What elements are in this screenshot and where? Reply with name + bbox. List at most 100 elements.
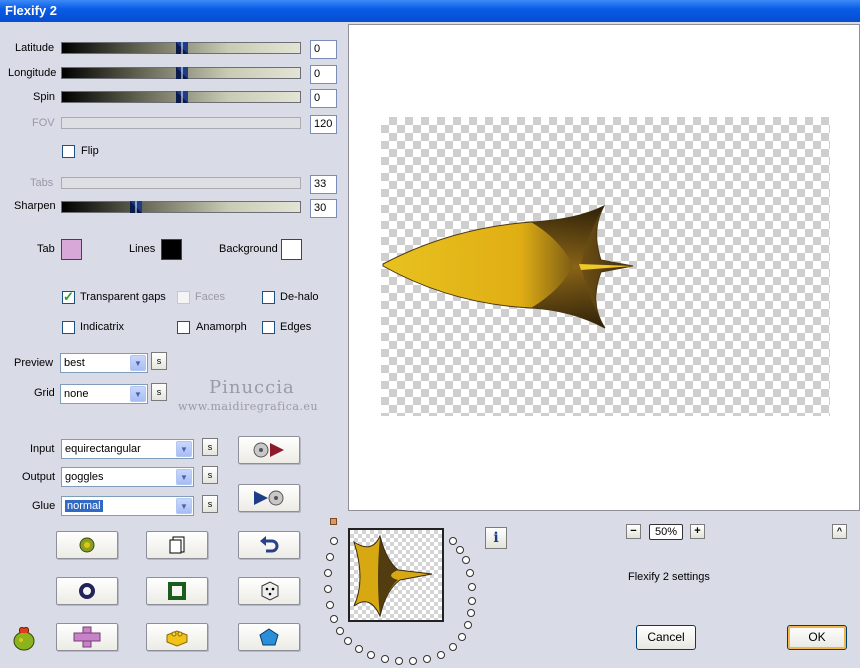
preview-select[interactable]: best ▼ (60, 353, 148, 373)
navigator-ring-dot[interactable] (367, 651, 375, 659)
navigator-ring-dot[interactable] (468, 597, 476, 605)
de-halo-label: De-halo (280, 291, 319, 303)
slider-thumb-icon[interactable] (176, 91, 188, 103)
brick-button[interactable] (146, 623, 208, 651)
randomize-button[interactable] (56, 531, 118, 559)
navigator-ring-dot[interactable] (456, 546, 464, 554)
spin-value[interactable]: 0 (310, 89, 337, 108)
input-s-button[interactable]: s (202, 438, 218, 456)
circle-button[interactable] (56, 577, 118, 605)
grid-select[interactable]: none ▼ (60, 384, 148, 404)
longitude-value[interactable]: 0 (310, 65, 337, 84)
navigator-ring-dot[interactable] (466, 569, 474, 577)
tabs-slider (61, 177, 301, 189)
transparent-gaps-checkbox[interactable]: ✓ (62, 289, 75, 304)
output-s-button[interactable]: s (202, 466, 218, 484)
longitude-slider[interactable] (61, 67, 301, 79)
navigator-ring-dot[interactable] (336, 627, 344, 635)
navigator-ring-dot[interactable] (324, 585, 332, 593)
plugin-logo-icon (13, 627, 35, 651)
input-select-value: equirectangular (65, 443, 141, 455)
tab-color-swatch[interactable] (61, 239, 82, 260)
output-select-value: goggles (65, 471, 104, 483)
chevron-down-icon[interactable]: ▼ (176, 441, 192, 457)
navigator-ring-dot[interactable] (467, 609, 475, 617)
zoom-in-button[interactable]: + (690, 524, 705, 539)
glue-select-label: Glue (32, 500, 56, 512)
save-preset-button[interactable] (238, 484, 300, 512)
navigator-thumbnail[interactable] (348, 528, 444, 622)
flip-label: Flip (81, 145, 99, 157)
load-preset-button[interactable] (238, 436, 300, 464)
longitude-label: Longitude (8, 67, 57, 79)
navigator-ring-dot[interactable] (423, 655, 431, 663)
de-halo-checkbox[interactable] (262, 291, 275, 304)
info-button[interactable]: i (485, 527, 507, 549)
navigator-ring-dot[interactable] (458, 633, 466, 641)
indicatrix-checkbox[interactable] (62, 321, 75, 334)
sharpen-slider[interactable] (61, 201, 301, 213)
navigator-ring-dot[interactable] (330, 615, 338, 623)
preview-select-label: Preview (14, 357, 54, 369)
navigator-ring-dot[interactable] (330, 537, 338, 545)
chevron-down-icon[interactable]: ▼ (176, 498, 192, 514)
navigator-ring-dot[interactable] (437, 651, 445, 659)
navigator-ring-dot[interactable] (449, 643, 457, 651)
navigator-ring-dot[interactable] (468, 583, 476, 591)
grid-s-button[interactable]: s (151, 383, 167, 401)
navigator-ring-dot[interactable] (462, 556, 470, 564)
fov-value[interactable]: 120 (310, 115, 337, 134)
glue-s-button[interactable]: s (202, 495, 218, 513)
latitude-slider[interactable] (61, 42, 301, 54)
chevron-down-icon[interactable]: ▼ (176, 469, 192, 485)
glue-select[interactable]: normal ▼ (61, 496, 194, 516)
navigator-ring-dot[interactable] (381, 655, 389, 663)
navigator-ring-dot[interactable] (395, 657, 403, 665)
faces-checkbox (177, 291, 190, 304)
slider-thumb-icon[interactable] (176, 67, 188, 79)
input-select-label: Input (30, 443, 55, 455)
tab-color-label: Tab (37, 243, 55, 255)
background-color-swatch[interactable] (281, 239, 302, 260)
collapse-button[interactable]: ^ (832, 524, 847, 539)
navigator-ring-dot[interactable] (409, 657, 417, 665)
sharpen-label: Sharpen (14, 200, 56, 212)
latitude-value[interactable]: 0 (310, 40, 337, 59)
output-select[interactable]: goggles ▼ (61, 467, 194, 487)
edges-checkbox[interactable] (262, 321, 275, 334)
pentagon-button[interactable] (238, 623, 300, 651)
edges-label: Edges (280, 321, 312, 333)
lines-color-swatch[interactable] (161, 239, 182, 260)
input-select[interactable]: equirectangular ▼ (61, 439, 194, 459)
chevron-down-icon[interactable]: ▼ (130, 386, 146, 402)
tabs-value[interactable]: 33 (310, 175, 337, 194)
preview-s-button[interactable]: s (151, 352, 167, 370)
undo-button[interactable] (238, 531, 300, 559)
navigator-ring-dot[interactable] (326, 553, 334, 561)
zoom-out-button[interactable]: − (626, 524, 641, 539)
navigator-ring-dot[interactable] (326, 601, 334, 609)
navigator-ring-dot[interactable] (449, 537, 457, 545)
frame-button[interactable] (146, 577, 208, 605)
slider-thumb-icon[interactable] (176, 42, 188, 54)
navigator-ring-dot[interactable] (344, 637, 352, 645)
cross-button[interactable] (56, 623, 118, 651)
spin-slider[interactable] (61, 91, 301, 103)
ok-button[interactable]: OK (787, 625, 847, 650)
flip-checkbox[interactable] (62, 145, 75, 158)
navigator-ring-dot[interactable] (355, 645, 363, 653)
dice-icon (261, 581, 279, 601)
anamorph-label: Anamorph (196, 321, 247, 333)
cancel-button[interactable]: Cancel (636, 625, 696, 650)
slider-thumb-icon[interactable] (130, 201, 142, 213)
dice-button[interactable] (238, 577, 300, 605)
sharpen-value[interactable]: 30 (310, 199, 337, 218)
anamorph-checkbox[interactable] (177, 321, 190, 334)
copy-button[interactable] (146, 531, 208, 559)
chevron-down-icon[interactable]: ▼ (130, 355, 146, 371)
navigator-handle[interactable] (330, 518, 337, 525)
navigator-ring-dot[interactable] (464, 621, 472, 629)
navigator-ring-dot[interactable] (324, 569, 332, 577)
ring-icon (79, 583, 95, 599)
square-frame-icon (168, 582, 186, 600)
